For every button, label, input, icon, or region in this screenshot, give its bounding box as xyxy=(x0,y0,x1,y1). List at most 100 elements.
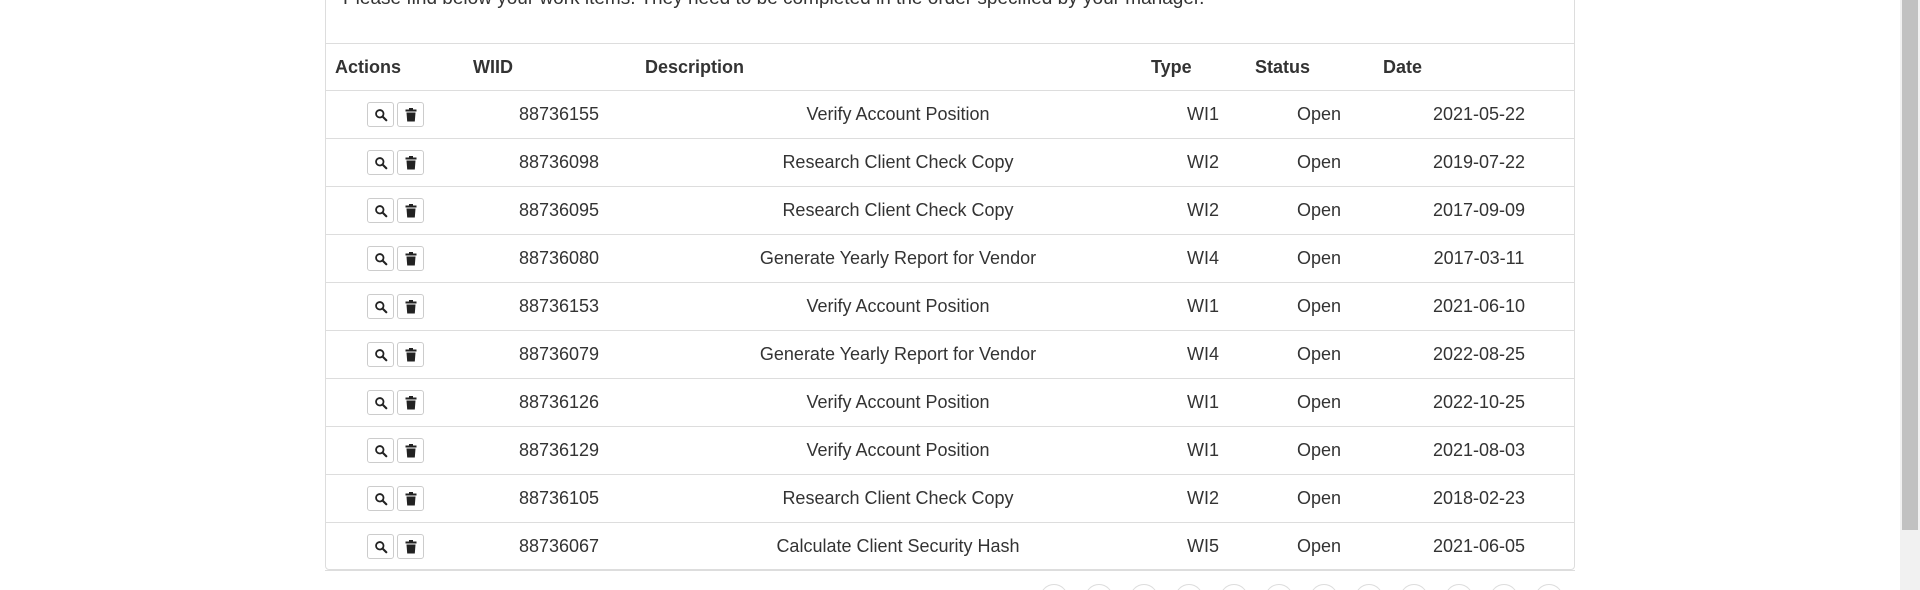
cell-type: WI1 xyxy=(1151,90,1255,139)
cell-date: 2018-02-23 xyxy=(1383,474,1575,523)
cell-date: 2022-08-25 xyxy=(1383,330,1575,379)
cell-description: Verify Account Position xyxy=(645,282,1151,331)
cell-status: Open xyxy=(1255,426,1383,475)
header-description[interactable]: Description xyxy=(645,43,1151,91)
header-status[interactable]: Status xyxy=(1255,43,1383,91)
page-button[interactable] xyxy=(1085,584,1113,590)
work-items-table: Actions WIID Description Type Status Dat… xyxy=(325,43,1575,571)
cell-description: Verify Account Position xyxy=(645,90,1151,139)
scrollbar[interactable] xyxy=(1900,0,1920,590)
row-actions xyxy=(325,90,473,139)
view-button[interactable] xyxy=(367,342,394,367)
page-button[interactable] xyxy=(1220,584,1248,590)
cell-date: 2021-06-05 xyxy=(1383,522,1575,571)
cell-wiid: 88736080 xyxy=(473,234,645,283)
cell-description: Generate Yearly Report for Vendor xyxy=(645,330,1151,379)
header-type[interactable]: Type xyxy=(1151,43,1255,91)
delete-button[interactable] xyxy=(397,486,424,511)
cell-type: WI4 xyxy=(1151,330,1255,379)
view-button[interactable] xyxy=(367,198,394,223)
cell-wiid: 88736153 xyxy=(473,282,645,331)
row-actions xyxy=(325,330,473,379)
cell-date: 2017-09-09 xyxy=(1383,186,1575,235)
page-button[interactable] xyxy=(1130,584,1158,590)
cell-date: 2019-07-22 xyxy=(1383,138,1575,187)
cell-wiid: 88736098 xyxy=(473,138,645,187)
header-date[interactable]: Date xyxy=(1383,43,1575,91)
row-actions xyxy=(325,474,473,523)
row-actions xyxy=(325,138,473,187)
cell-status: Open xyxy=(1255,282,1383,331)
cell-status: Open xyxy=(1255,186,1383,235)
table-header-row: Actions WIID Description Type Status Dat… xyxy=(325,43,1575,91)
table-row: 88736129 Verify Account Position WI1 Open 20… xyxy=(325,426,1575,475)
page-button[interactable] xyxy=(1535,584,1563,590)
view-button[interactable] xyxy=(367,102,394,127)
cell-description: Verify Account Position xyxy=(645,426,1151,475)
cell-status: Open xyxy=(1255,378,1383,427)
table-row: 88736098 Research Client Check Copy WI2 Ope… xyxy=(325,138,1575,187)
cell-description: Calculate Client Security Hash xyxy=(645,522,1151,571)
cell-wiid: 88736079 xyxy=(473,330,645,379)
page-button[interactable] xyxy=(1490,584,1518,590)
delete-button[interactable] xyxy=(397,150,424,175)
cell-type: WI2 xyxy=(1151,138,1255,187)
delete-button[interactable] xyxy=(397,102,424,127)
delete-button[interactable] xyxy=(397,534,424,559)
cell-type: WI1 xyxy=(1151,378,1255,427)
page-button[interactable] xyxy=(1310,584,1338,590)
table-row: 88736155 Verify Account Position WI1 Open 20… xyxy=(325,90,1575,139)
cell-description: Generate Yearly Report for Vendor xyxy=(645,234,1151,283)
row-actions xyxy=(325,282,473,331)
row-actions xyxy=(325,186,473,235)
cell-date: 2021-05-22 xyxy=(1383,90,1575,139)
header-wiid[interactable]: WIID xyxy=(473,43,645,91)
page-button[interactable] xyxy=(1040,584,1068,590)
delete-button[interactable] xyxy=(397,198,424,223)
cell-type: WI1 xyxy=(1151,426,1255,475)
delete-button[interactable] xyxy=(397,294,424,319)
cell-date: 2017-03-11 xyxy=(1383,234,1575,283)
cell-status: Open xyxy=(1255,522,1383,571)
page-button[interactable] xyxy=(1175,584,1203,590)
delete-button[interactable] xyxy=(397,438,424,463)
cell-type: WI5 xyxy=(1151,522,1255,571)
delete-button[interactable] xyxy=(397,342,424,367)
page-button[interactable] xyxy=(1355,584,1383,590)
cell-description: Research Client Check Copy xyxy=(645,138,1151,187)
view-button[interactable] xyxy=(367,150,394,175)
view-button[interactable] xyxy=(367,486,394,511)
page-button[interactable] xyxy=(1445,584,1473,590)
table-row: 88736126 Verify Account Position WI1 Open 20… xyxy=(325,378,1575,427)
page-button[interactable] xyxy=(1265,584,1293,590)
cell-description: Verify Account Position xyxy=(645,378,1151,427)
intro-text: Please find below your work items. They … xyxy=(343,0,1204,10)
cell-date: 2021-06-10 xyxy=(1383,282,1575,331)
row-actions xyxy=(325,378,473,427)
view-button[interactable] xyxy=(367,390,394,415)
delete-button[interactable] xyxy=(397,246,424,271)
cell-status: Open xyxy=(1255,90,1383,139)
cell-type: WI2 xyxy=(1151,186,1255,235)
cell-type: WI4 xyxy=(1151,234,1255,283)
cell-description: Research Client Check Copy xyxy=(645,474,1151,523)
page-button[interactable] xyxy=(1400,584,1428,590)
cell-type: WI1 xyxy=(1151,282,1255,331)
cell-date: 2021-08-03 xyxy=(1383,426,1575,475)
table-row: 88736153 Verify Account Position WI1 Open 20… xyxy=(325,282,1575,331)
view-button[interactable] xyxy=(367,246,394,271)
table-row: 88736080 Generate Yearly Report for Vendo… xyxy=(325,234,1575,283)
cell-status: Open xyxy=(1255,474,1383,523)
table-row: 88736095 Research Client Check Copy WI2 Ope… xyxy=(325,186,1575,235)
row-actions xyxy=(325,522,473,571)
cell-wiid: 88736105 xyxy=(473,474,645,523)
delete-button[interactable] xyxy=(397,390,424,415)
cell-wiid: 88736155 xyxy=(473,90,645,139)
view-button[interactable] xyxy=(367,438,394,463)
work-items-page: Please find below your work items. They … xyxy=(0,0,1920,590)
cell-wiid: 88736129 xyxy=(473,426,645,475)
view-button[interactable] xyxy=(367,534,394,559)
view-button[interactable] xyxy=(367,294,394,319)
scrollbar-thumb[interactable] xyxy=(1902,0,1918,530)
cell-status: Open xyxy=(1255,234,1383,283)
